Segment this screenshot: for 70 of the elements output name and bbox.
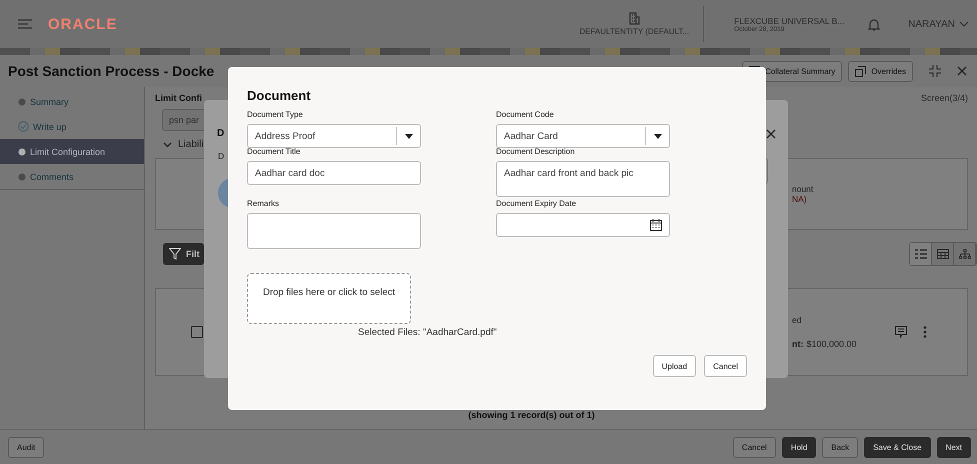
amount-value: $100,000.00 — [806, 339, 857, 349]
calendar-icon[interactable] — [650, 219, 662, 231]
dialog-title: Document — [247, 88, 312, 103]
dialog-subheading: D — [218, 151, 224, 161]
dialog-button[interactable]: Cancel — [704, 355, 747, 377]
caret-down-icon — [654, 134, 662, 138]
building-icon[interactable] — [628, 12, 640, 25]
sidebar-item[interactable]: Write up — [0, 114, 144, 139]
footer-button[interactable]: Hold — [782, 436, 816, 458]
dialog-heading: D — [217, 128, 224, 139]
amount-label: nt: — [792, 339, 804, 349]
step-dot-icon — [18, 98, 26, 106]
step-dot-icon — [18, 148, 26, 156]
field-label: Document Title — [247, 147, 302, 157]
sidebar-item[interactable]: Summary — [0, 89, 144, 114]
group-title: Liabili — [178, 139, 204, 150]
more-options-icon[interactable] — [923, 326, 927, 338]
screen-counter: Screen(3/4) — [920, 93, 968, 103]
comment-icon[interactable] — [895, 326, 907, 338]
field-label: Remarks — [247, 199, 280, 209]
page-title: Post Sanction Process - Docke — [8, 63, 214, 79]
summary-value: NA) — [792, 194, 808, 204]
field-label: Document Expiry Date — [496, 199, 578, 209]
view-option-button[interactable] — [910, 243, 932, 265]
bell-icon[interactable] — [868, 18, 880, 30]
stacked-pages-icon — [855, 66, 866, 76]
file-dropzone[interactable]: Drop files here or click to select — [247, 273, 411, 324]
chevron-down-icon[interactable] — [163, 142, 172, 148]
text-area[interactable]: Aadhar card front and back pic — [496, 161, 670, 197]
view-option-button[interactable] — [932, 243, 954, 265]
step-dot-icon — [18, 172, 26, 180]
check-circle-icon — [18, 121, 29, 132]
table-view-icon — [936, 249, 948, 259]
brand-logo: ORACLE — [48, 16, 118, 32]
sidebar-item[interactable]: Comments — [0, 164, 144, 190]
select-field[interactable]: Address Proof — [247, 124, 421, 148]
select-field[interactable]: Aadhar Card — [496, 124, 670, 148]
footer-button[interactable]: Save & Close — [864, 436, 931, 458]
user-menu[interactable]: NARAYAN — [908, 18, 977, 30]
filter-icon — [169, 248, 181, 260]
dialog-button[interactable]: Upload — [652, 355, 696, 377]
record-checkbox[interactable] — [191, 326, 203, 338]
toolbar-button[interactable]: Overrides — [848, 60, 913, 82]
summary-label: nount — [792, 184, 814, 194]
close-icon[interactable] — [957, 66, 967, 76]
application-name: FLEXCUBE UNIVERSAL B... — [734, 16, 846, 26]
footer-button[interactable]: Audit — [8, 436, 44, 458]
text-field[interactable]: Aadhar card doc — [247, 161, 421, 185]
view-option-button[interactable] — [954, 243, 976, 265]
field-label: Document Type — [247, 110, 304, 120]
menu-icon[interactable] — [18, 19, 32, 29]
close-icon[interactable] — [766, 128, 776, 138]
tree-view-icon — [958, 249, 970, 259]
entity-name[interactable]: DEFAULTENTITY (DEFAULT... — [579, 27, 690, 36]
section-title: Limit Confi — [155, 93, 202, 103]
record-status: ed — [792, 315, 802, 325]
footer-button[interactable]: Back — [822, 436, 858, 458]
record-count: (showing 1 record(s) out of 1) — [467, 410, 596, 420]
filter-button[interactable]: Filt — [163, 243, 204, 265]
footer-button[interactable]: Cancel — [732, 436, 776, 458]
list-view-icon — [914, 249, 926, 259]
field-label: Document Code — [496, 110, 555, 120]
chevron-down-icon — [959, 21, 969, 27]
caret-down-icon — [405, 134, 413, 138]
footer-button[interactable]: Next — [936, 436, 971, 458]
field-label: Document Description — [496, 147, 576, 157]
sidebar-item[interactable]: Limit Configuration — [0, 139, 144, 164]
collapse-icon[interactable] — [929, 65, 941, 77]
date-field[interactable] — [496, 213, 670, 237]
selected-files-text: Selected Files: "AadharCard.pdf" — [358, 327, 498, 338]
